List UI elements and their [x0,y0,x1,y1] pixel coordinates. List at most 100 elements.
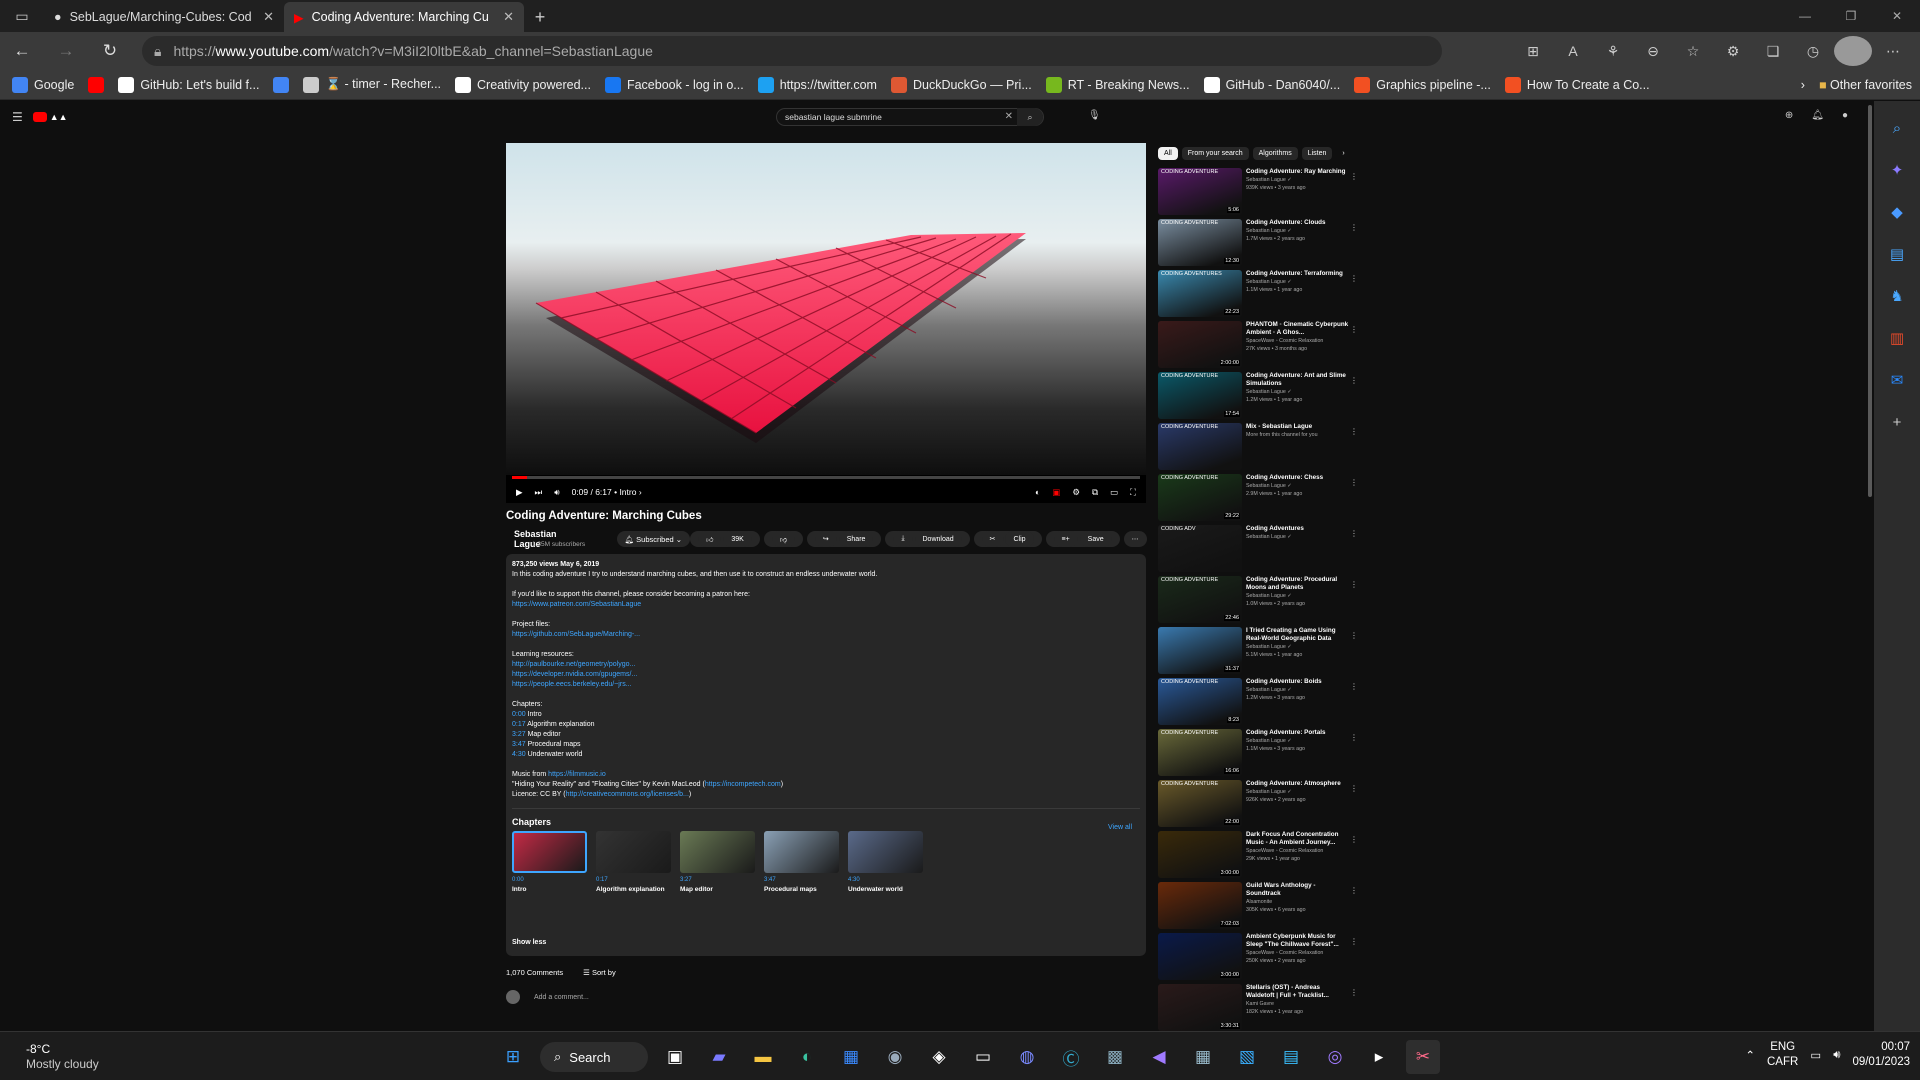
filter-chip[interactable]: Listen [1301,147,1333,160]
more-icon[interactable]: ⋮ [1350,631,1358,640]
chapter-timestamp-link[interactable]: 0:00 [512,711,526,718]
visual-studio-icon[interactable]: ◀ [1142,1040,1176,1074]
task-view-icon[interactable]: ▣ [658,1040,692,1074]
tab-actions-icon[interactable]: ▭ [0,0,44,32]
related-video[interactable]: CODING ADVENTURE Mix - Sebastian Lague Mor… [1158,423,1358,474]
other-favorites[interactable]: ■ Other favorites [1819,78,1912,92]
close-window-icon[interactable]: ✕ [1874,0,1920,32]
refresh-button[interactable]: ↻ [88,32,132,70]
read-aloud-icon[interactable]: A [1554,36,1592,66]
network-icon[interactable]: ▭ [1810,1048,1821,1062]
extension-icon[interactable]: ⚘ [1594,36,1632,66]
profile-avatar[interactable] [1834,36,1872,66]
related-video[interactable]: CODING ADVENTURE 8:23 Coding Adventure: Bo… [1158,678,1358,729]
favorite-item[interactable]: Facebook - log in o... [604,76,744,93]
edge-icon[interactable]: ◐ [790,1040,824,1074]
chapter-card[interactable]: 0:00 Intro [512,831,587,895]
favorite-item[interactable]: Graphics pipeline -... [1354,76,1491,93]
store-icon[interactable]: ▦ [834,1040,868,1074]
chevron-up-icon[interactable]: ⌃ [1745,1048,1755,1062]
licence-link[interactable]: http://creativecommons.org/licenses/b... [566,791,689,798]
add-icon[interactable]: + [1884,409,1910,435]
view-all-chapters-link[interactable]: View all [1108,823,1132,833]
forward-button[interactable]: → [44,32,88,70]
more-icon[interactable]: ⋮ [1350,427,1358,436]
games-icon[interactable]: ♞ [1884,283,1910,309]
related-video[interactable]: CODING ADVENTURE 12:30 Coding Adventure: C… [1158,219,1358,270]
subscribe-button[interactable]: 🔔︎ Subscribed ⌄ [616,531,691,547]
teams-icon[interactable]: ▰ [702,1040,736,1074]
favorite-item[interactable]: ⌛ - timer - Recher... [303,76,441,93]
clear-search-icon[interactable]: ✕ [1005,111,1013,122]
youtube-logo[interactable]: ▲▲ [32,112,68,122]
play-icon[interactable]: ▶ [516,487,523,498]
mic-icon[interactable]: 🎙︎ [1088,110,1101,121]
volume-icon[interactable]: 🔊︎ [554,487,559,498]
more-icon[interactable]: ⋮ [1350,784,1358,793]
back-button[interactable]: ← [0,32,44,70]
volume-icon[interactable]: 🔊︎ [1833,1049,1840,1062]
steam-icon[interactable]: ◉ [878,1040,912,1074]
related-video[interactable]: 31:37 I Tried Creating a Game Using Real-… [1158,627,1358,678]
related-video[interactable]: CODING ADVENTURE 16:06 Coding Adventure: P… [1158,729,1358,780]
more-menu-icon[interactable]: ⋯ [1874,36,1912,66]
tools-icon[interactable]: ▤ [1884,241,1910,267]
favorite-item[interactable]: RT - Breaking News... [1045,76,1190,93]
weather-widget[interactable]: -8°C Mostly cloudy [26,1042,99,1072]
app-icon[interactable]: ▭ [966,1040,1000,1074]
history-icon[interactable]: ◷ [1794,36,1832,66]
incompetech-link[interactable]: https://incompetech.com [705,781,781,788]
taskbar-search[interactable]: ⌕ Search [540,1042,648,1072]
apps-icon[interactable]: ⊞ [1514,36,1552,66]
related-video[interactable]: CODING ADVENTURE 22:46 Coding Adventure: P… [1158,576,1358,627]
restore-icon[interactable]: ❐ [1828,0,1874,32]
more-icon[interactable]: ⋮ [1350,835,1358,844]
show-less-button[interactable]: Show less [512,938,546,948]
filter-chip[interactable]: From your search [1181,147,1249,160]
calculator-icon[interactable]: ▦ [1186,1040,1220,1074]
favorite-item[interactable]: Google [12,76,74,93]
outlook-icon[interactable]: ✉ [1884,367,1910,393]
more-icon[interactable]: ⋮ [1350,529,1358,538]
video-player[interactable]: ▶ ⏭ 🔊︎ 0:09 / 6:17 • Intro › ◐ ▣ ⚙ ⧉ ▭ ⛶ [506,143,1146,503]
chapter-timestamp-link[interactable]: 3:27 [512,731,526,738]
chapter-timestamp-link[interactable]: 4:30 [512,751,526,758]
related-video[interactable]: 3:30:31 Stellaris (OST) - Andreas Waldeto… [1158,984,1358,1035]
tab-youtube[interactable]: ▶ Coding Adventure: Marching Cu ✕ [284,2,524,32]
tab-github[interactable]: ● SebLague/Marching-Cubes: Cod ✕ [44,2,284,32]
search-input[interactable]: sebastian lague submrine ✕ ⌕ [776,108,1044,126]
more-icon[interactable]: ⋮ [1350,682,1358,691]
app-c-icon[interactable]: Ⓒ [1054,1040,1088,1074]
collections-icon[interactable]: ❏ [1754,36,1792,66]
related-video[interactable]: CODING ADV Coding Adventures Sebastian Lag… [1158,525,1358,576]
favorite-item[interactable] [88,76,105,93]
description-link[interactable]: https://github.com/SebLague/Marching-... [512,630,1140,640]
more-icon[interactable]: ⋮ [1350,886,1358,895]
chapter-card[interactable]: 3:27 Map editor [680,831,755,895]
filter-chip[interactable]: Algorithms [1252,147,1298,160]
snipping-tool-icon[interactable]: ✂ [1406,1040,1440,1074]
related-video[interactable]: CODING ADVENTURE 5:06 Coding Adventure: Ra… [1158,168,1358,219]
related-video[interactable]: CODING ADVENTURE 22:00 Coding Adventure: A… [1158,780,1358,831]
discover-icon[interactable]: ✦ [1884,157,1910,183]
like-button[interactable]: 👍︎ 39K [690,531,760,547]
related-video[interactable]: CODING ADVENTURES 22:23 Coding Adventure: … [1158,270,1358,321]
more-icon[interactable]: ⋮ [1350,172,1358,181]
zoom-icon[interactable]: ⊖ [1634,36,1672,66]
autoplay-toggle[interactable]: ◐ [1035,487,1040,497]
close-icon[interactable]: ✕ [503,9,514,25]
notepad-icon[interactable]: ▤ [1274,1040,1308,1074]
favorite-item[interactable]: GitHub - Dan6040/... [1203,76,1340,93]
office-icon[interactable]: ▥ [1884,325,1910,351]
related-video[interactable]: 3:00:00 Dark Focus And Concentration Musi… [1158,831,1358,882]
more-icon[interactable]: ⋮ [1350,580,1358,589]
related-video[interactable]: CODING ADVENTURE 17:54 Coding Adventure: A… [1158,372,1358,423]
chapter-timestamp-link[interactable]: 0:17 [512,721,526,728]
next-icon[interactable]: ⏭ [535,487,543,498]
account-avatar[interactable]: ● [1842,110,1848,121]
more-icon[interactable]: ⋮ [1350,937,1358,946]
close-icon[interactable]: ✕ [263,9,274,25]
create-icon[interactable]: ⊕ [1785,110,1793,121]
download-button[interactable]: ⤓ Download [885,531,970,547]
favorite-star-icon[interactable]: ☆ [1674,36,1712,66]
